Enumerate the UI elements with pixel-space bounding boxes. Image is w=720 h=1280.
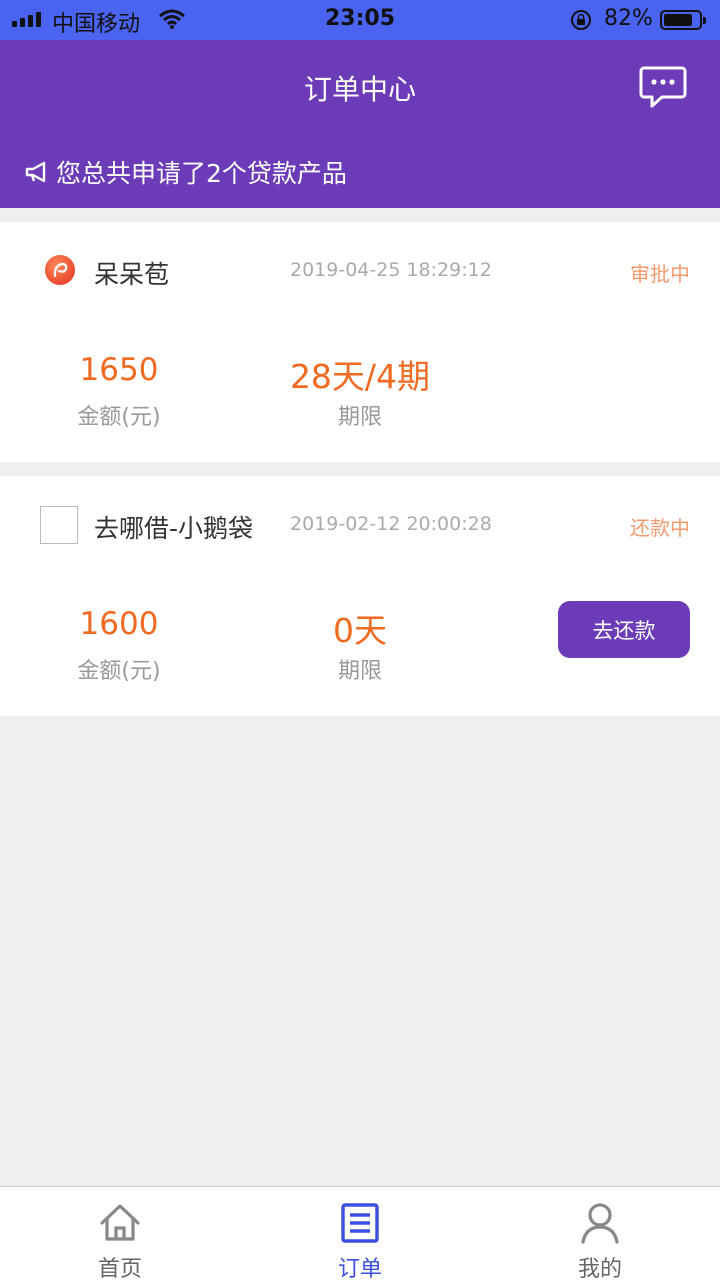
status-badge: 还款中: [630, 516, 690, 540]
chat-message-icon[interactable]: [638, 64, 688, 110]
repay-button[interactable]: 去还款: [558, 601, 690, 658]
header-bar: 订单中心 您总共申请了2个贷款产品: [0, 40, 720, 208]
bottom-tab-bar: 首页 订单 我的: [0, 1186, 720, 1280]
megaphone-icon: [25, 161, 46, 183]
loan-term: 0天: [333, 611, 387, 650]
home-icon: [100, 1204, 140, 1241]
status-badge: 审批中: [630, 262, 690, 286]
blank-logo-placeholder: [40, 506, 78, 544]
product-name: 去哪借-小鹅袋: [94, 514, 254, 543]
amount-label: 金额(元): [77, 405, 161, 430]
page-title: 订单中心: [303, 73, 416, 106]
order-card[interactable]: 呆呆苞 2019-04-25 18:29:12 审批中 1650 金额(元) 2…: [0, 222, 720, 462]
battery-percent: 82%: [604, 6, 653, 31]
order-card[interactable]: 去哪借-小鹅袋 2019-02-12 20:00:28 还款中 1600 金额(…: [0, 476, 720, 716]
rotation-lock-icon: [570, 9, 594, 37]
order-date: 2019-02-12 20:00:28: [290, 513, 492, 535]
status-bar: 中国移动 23:05 82%: [0, 0, 720, 40]
tab-profile[interactable]: 我的: [480, 1187, 720, 1280]
battery-icon: [660, 10, 706, 30]
notice-text: 您总共申请了2个贷款产品: [56, 159, 347, 188]
tab-label: 首页: [97, 1257, 142, 1280]
tab-orders[interactable]: 订单: [240, 1187, 480, 1280]
tab-label: 我的: [577, 1257, 622, 1280]
amount-label: 金额(元): [77, 659, 161, 684]
loan-amount: 1600: [79, 606, 159, 642]
order-date: 2019-04-25 18:29:12: [290, 259, 492, 281]
loan-term: 28天/4期: [289, 357, 431, 396]
notice-banner: 您总共申请了2个贷款产品: [24, 154, 347, 190]
tab-label: 订单: [337, 1257, 382, 1280]
term-label: 期限: [337, 659, 382, 684]
order-center-screen: 中国移动 23:05 82% 订单中心 您总共申请了2个贷款产品 呆呆苞 201…: [0, 0, 720, 1280]
loan-amount: 1650: [79, 352, 159, 388]
profile-icon: [581, 1203, 619, 1244]
tab-home[interactable]: 首页: [0, 1187, 240, 1280]
order-list-icon: [341, 1203, 379, 1243]
orange-circle-logo: [44, 254, 76, 286]
term-label: 期限: [337, 405, 382, 430]
product-name: 呆呆苞: [94, 260, 170, 289]
